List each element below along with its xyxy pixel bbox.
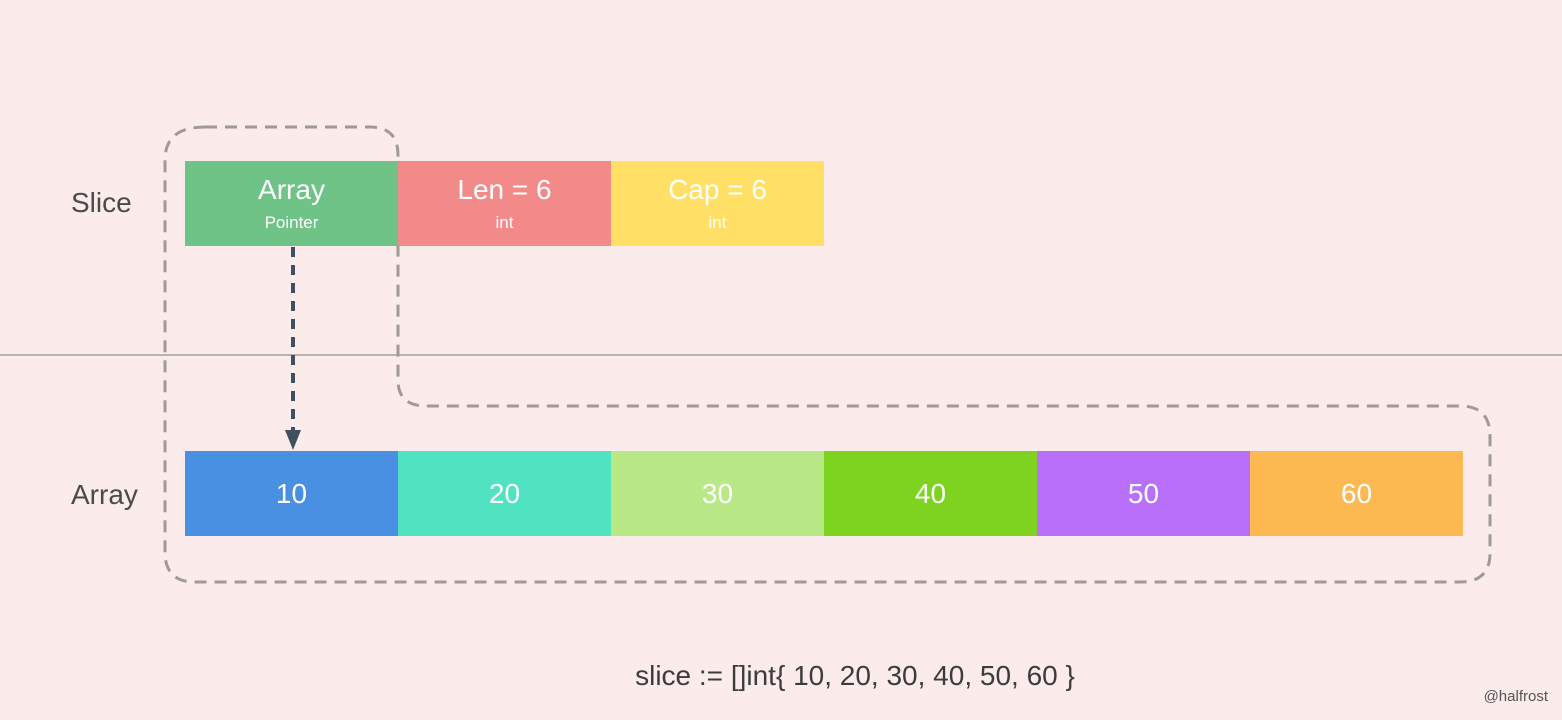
slice-field-type: Pointer	[264, 212, 319, 232]
array-element-4: 50	[1037, 451, 1250, 536]
array-element-1: 20	[398, 451, 611, 536]
slice-field-title: Array	[258, 173, 325, 205]
slice-field-2: Cap = 6 int	[611, 161, 824, 246]
array-element-value: 50	[1127, 477, 1160, 509]
slice-field-1: Len = 6 int	[398, 161, 611, 246]
diagram-lines	[0, 125, 1562, 584]
slice-field-type: int	[708, 212, 727, 232]
array-element-3: 40	[824, 451, 1037, 536]
code-snippet: slice := []int{ 10, 20, 30, 40, 50, 60 }	[635, 660, 1075, 691]
slice-field-type: int	[495, 212, 514, 232]
array-element-value: 30	[701, 477, 734, 509]
array-element-value: 60	[1340, 477, 1373, 509]
credit-text: @halfrost	[1483, 688, 1548, 705]
array-label: Array	[71, 479, 138, 510]
slice-field-0: Array Pointer	[185, 161, 398, 246]
array-element-value: 10	[275, 477, 308, 509]
array-element-0: 10	[185, 451, 398, 536]
pointer-arrow-head-icon	[285, 430, 301, 450]
slice-field-title: Len = 6	[457, 173, 552, 205]
slice-field-title: Cap = 6	[668, 173, 767, 205]
slice-label: Slice	[71, 187, 132, 218]
array-element-2: 30	[611, 451, 824, 536]
array-element-5: 60	[1250, 451, 1463, 536]
array-element-value: 40	[914, 477, 947, 509]
array-element-value: 20	[488, 477, 521, 509]
